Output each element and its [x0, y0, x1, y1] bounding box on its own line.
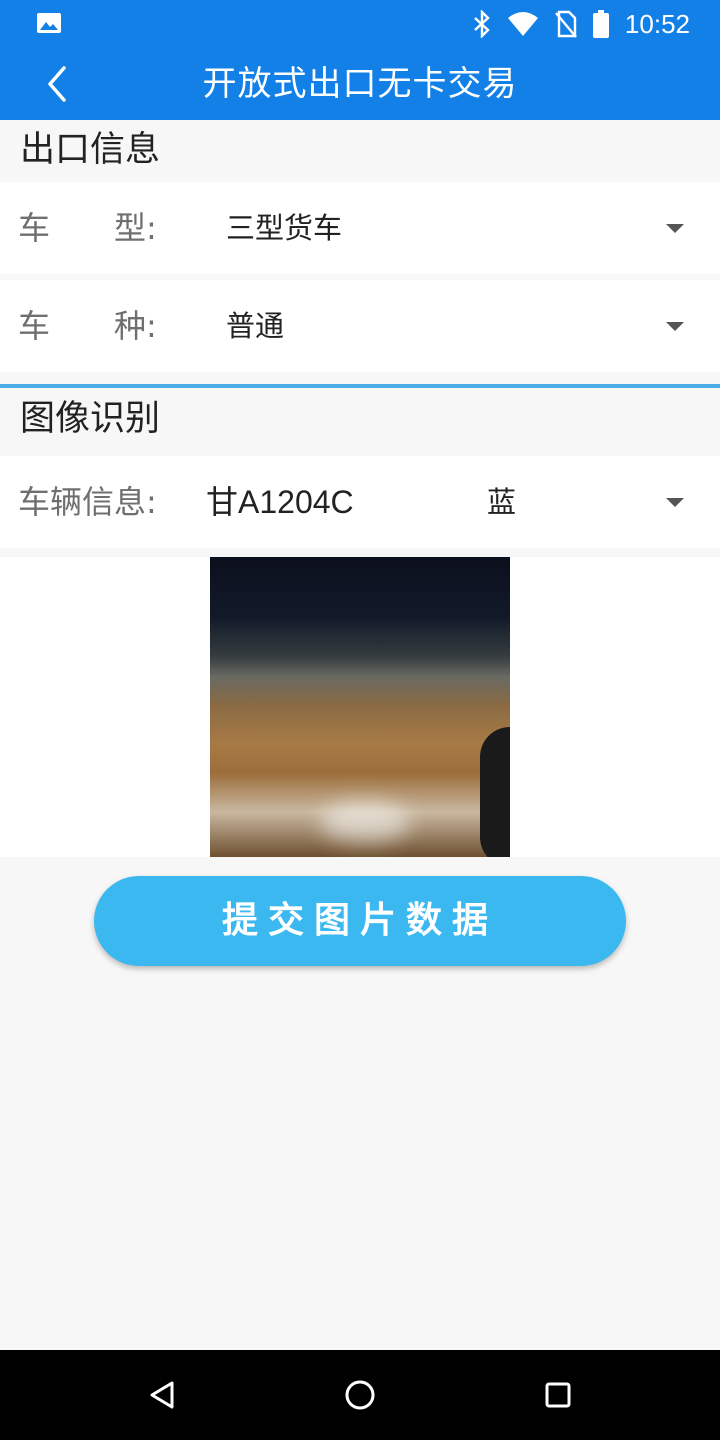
- plate-color: 蓝: [487, 485, 517, 519]
- section-title-exit-info: 出口信息: [20, 130, 161, 170]
- app-bar: 开放式出口无卡交易: [0, 48, 720, 120]
- vehicle-kind-value: 普通: [226, 309, 285, 343]
- image-icon: [37, 13, 61, 33]
- section-divider: [0, 384, 720, 388]
- section-title-image-recognition: 图像识别: [20, 399, 161, 439]
- status-time: 10:52: [624, 8, 690, 39]
- dropdown-arrow-icon[interactable]: [666, 498, 684, 507]
- vehicle-type-label: 车 型:: [18, 209, 157, 247]
- battery-icon: [592, 10, 609, 38]
- bluetooth-icon: [474, 10, 490, 38]
- photo-dark-object: [480, 727, 510, 857]
- wifi-icon: [507, 12, 538, 36]
- recents-square-icon[interactable]: [540, 1377, 576, 1413]
- back-triangle-icon[interactable]: [144, 1377, 180, 1413]
- vehicle-info-label: 车辆信息:: [18, 483, 157, 521]
- vehicle-type-select[interactable]: 车 型: 三型货车: [0, 182, 720, 274]
- no-sim-icon: [555, 10, 577, 38]
- home-circle-icon[interactable]: [342, 1377, 378, 1413]
- captured-photo-area: [0, 557, 720, 857]
- vehicle-type-value: 三型货车: [226, 211, 343, 245]
- page-title: 开放式出口无卡交易: [202, 64, 518, 104]
- vehicle-kind-label: 车 种:: [18, 307, 157, 345]
- status-bar: 10:52: [0, 0, 720, 48]
- dropdown-arrow-icon[interactable]: [666, 224, 684, 233]
- vehicle-info-select[interactable]: 车辆信息: 甘A1204C 蓝: [0, 456, 720, 548]
- submit-image-data-button[interactable]: 提交图片数据: [94, 876, 626, 966]
- plate-number: 甘A1204C: [206, 484, 354, 520]
- photo-highlight: [320, 802, 410, 842]
- dropdown-arrow-icon[interactable]: [666, 322, 684, 331]
- vehicle-kind-select[interactable]: 车 种: 普通: [0, 280, 720, 372]
- captured-photo[interactable]: [210, 557, 510, 857]
- navigation-bar: [0, 1350, 720, 1440]
